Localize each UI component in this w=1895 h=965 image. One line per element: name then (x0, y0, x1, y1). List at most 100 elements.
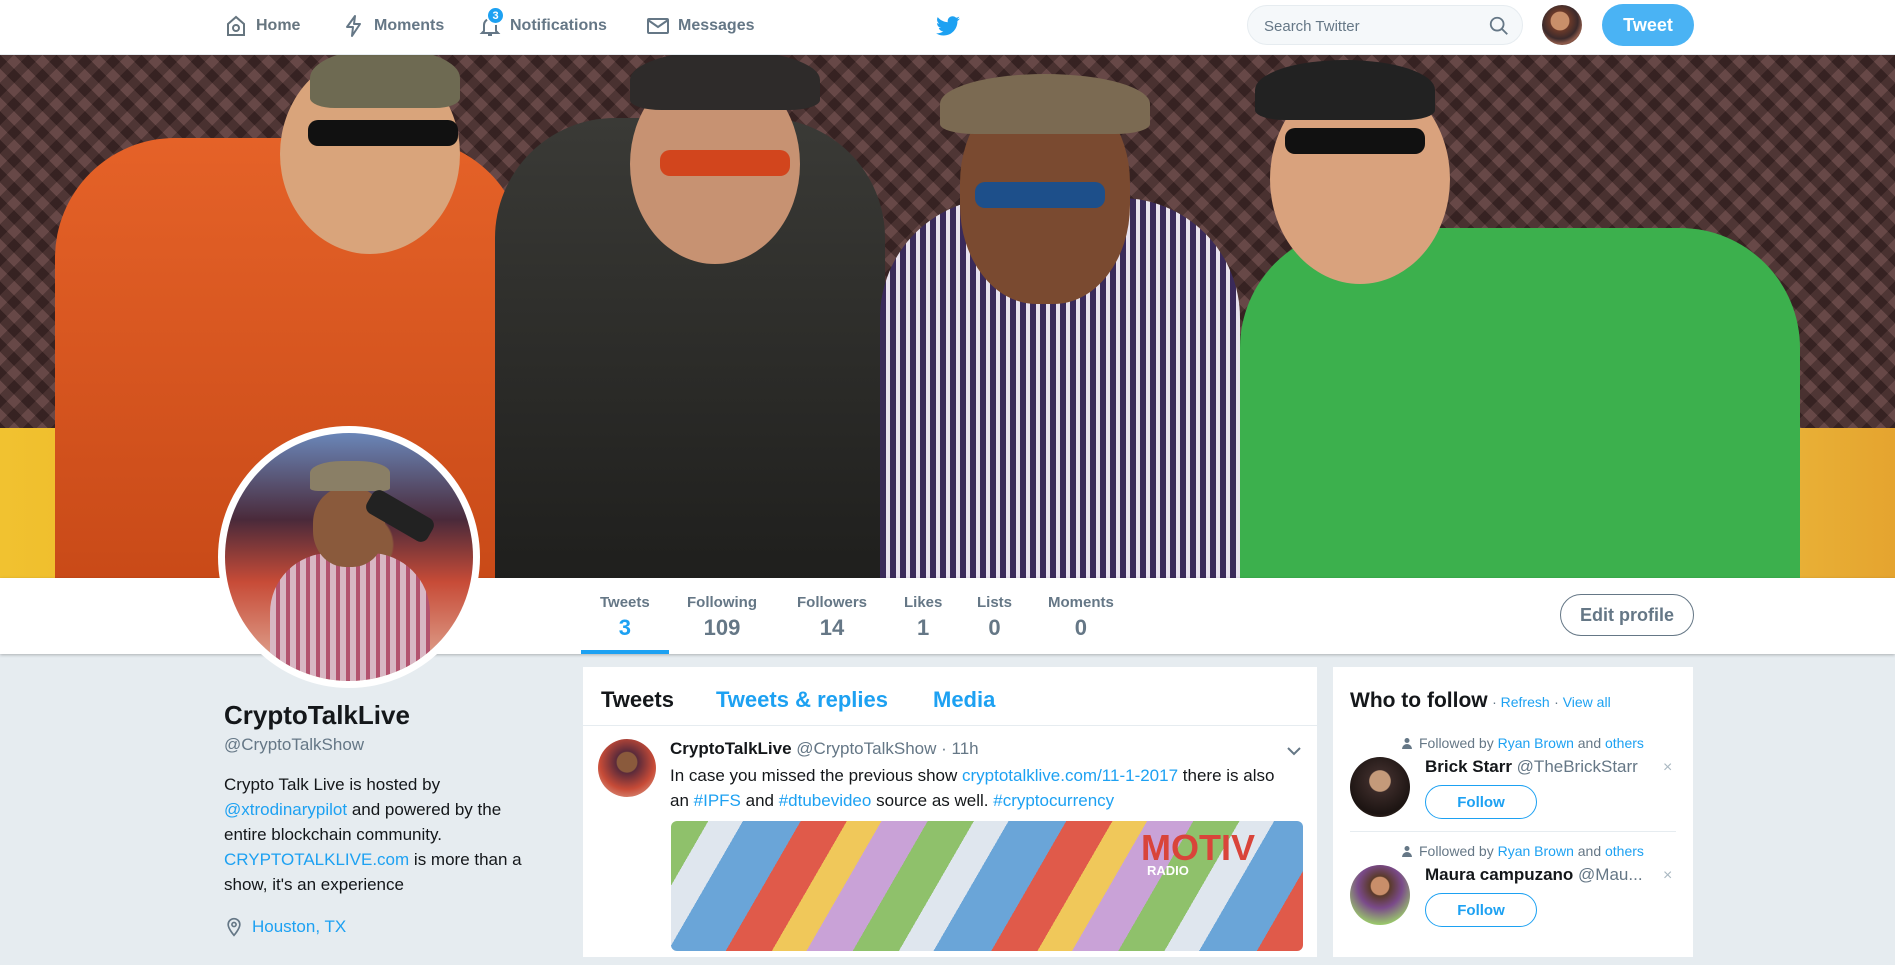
tweet-text-part: source as well. (871, 791, 994, 810)
hashtag-cryptocurrency[interactable]: #cryptocurrency (993, 791, 1114, 810)
nav-messages[interactable]: Messages (646, 0, 755, 52)
context-user-link[interactable]: Ryan Brown (1498, 843, 1574, 859)
suggestion-display-name: Brick Starr (1425, 757, 1512, 776)
nav-home-label: Home (256, 17, 301, 34)
search-input[interactable] (1262, 14, 1486, 38)
stat-likes[interactable]: Likes 1 (904, 594, 942, 641)
separator: · (1554, 694, 1563, 710)
stat-value: 0 (988, 615, 1001, 640)
follow-button[interactable]: Follow (1425, 785, 1537, 819)
person-icon (1402, 738, 1412, 749)
stat-label: Following (687, 594, 757, 611)
top-navigation: Home Moments Notifications 3 Messages Tw… (0, 0, 1895, 55)
tab-tweets-replies[interactable]: Tweets & replies (716, 687, 888, 713)
profile-name[interactable]: CryptoTalkLive (224, 700, 410, 731)
stat-followers[interactable]: Followers 14 (797, 594, 867, 641)
tweet-link[interactable]: cryptotalklive.com/11-1-2017 (962, 766, 1178, 785)
stat-moments[interactable]: Moments 0 (1048, 594, 1114, 641)
twitter-bird-icon[interactable] (934, 13, 962, 39)
stat-lists[interactable]: Lists 0 (977, 594, 1012, 641)
tweet-button[interactable]: Tweet (1602, 4, 1694, 46)
hashtag-ipfs[interactable]: #IPFS (694, 791, 741, 810)
stat-label: Followers (797, 594, 868, 611)
context-others-link[interactable]: others (1605, 735, 1644, 751)
suggestion-item: Followed by Ryan Brown and others Maura … (1333, 843, 1693, 951)
context-prefix: Followed by (1419, 735, 1498, 751)
banner-glasses-1 (308, 120, 458, 146)
suggestion-item: Followed by Ryan Brown and others Brick … (1333, 735, 1693, 843)
avatar-hat (310, 461, 390, 491)
profile-handle[interactable]: @CryptoTalkShow (224, 735, 364, 755)
view-all-link[interactable]: View all (1563, 694, 1611, 710)
tweet-media[interactable]: MOTIV RADIO (671, 821, 1303, 951)
profile-location[interactable]: Houston, TX (224, 917, 346, 937)
stat-tweets[interactable]: Tweets 3 (600, 594, 650, 641)
suggestion-avatar[interactable] (1350, 865, 1410, 925)
person-icon (1402, 846, 1412, 857)
banner-hat-1 (310, 54, 460, 108)
context-and: and (1573, 843, 1605, 859)
lightning-icon (342, 14, 366, 38)
edit-profile-button[interactable]: Edit profile (1560, 594, 1694, 636)
stat-label: Tweets (600, 594, 650, 611)
nav-home[interactable]: Home (224, 0, 300, 52)
who-to-follow-title: Who to follow (1350, 689, 1488, 712)
who-to-follow: Who to follow · Refresh · View all Follo… (1332, 666, 1694, 958)
dismiss-icon[interactable]: × (1663, 759, 1672, 777)
stat-label: Lists (977, 594, 1013, 611)
nav-moments-label: Moments (374, 17, 445, 34)
hashtag-dtubevideo[interactable]: #dtubevideo (779, 791, 872, 810)
stat-label: Moments (1048, 594, 1114, 611)
stat-value: 0 (1074, 615, 1088, 640)
search-box[interactable] (1247, 5, 1523, 45)
suggestion-name[interactable]: Maura campuzano @Mau... (1425, 865, 1643, 885)
nav-notifications-label: Notifications (510, 17, 607, 34)
avatar-shirt (270, 553, 430, 681)
chevron-down-icon[interactable] (1286, 743, 1302, 759)
search-icon[interactable] (1488, 15, 1510, 37)
tab-media[interactable]: Media (933, 687, 995, 713)
banner-hat-2 (630, 54, 820, 110)
dismiss-icon[interactable]: × (1663, 867, 1672, 885)
stat-value: 14 (819, 615, 845, 640)
context-and: and (1573, 735, 1605, 751)
bio-mention-link[interactable]: @xtrodinarypilot (224, 800, 347, 819)
stat-following[interactable]: Following 109 (687, 594, 757, 641)
account-avatar[interactable] (1542, 5, 1582, 45)
tweet-text-part: and (740, 791, 779, 810)
stat-label: Likes (904, 594, 943, 611)
separator: · (1492, 694, 1501, 710)
tab-tweets[interactable]: Tweets (601, 687, 674, 713)
tweet-timestamp[interactable]: · 11h (941, 739, 979, 758)
follow-button[interactable]: Follow (1425, 893, 1537, 927)
stat-value: 1 (917, 615, 930, 640)
bio-website-link[interactable]: CRYPTOTALKLIVE.com (224, 850, 409, 869)
profile-avatar-image (225, 433, 473, 681)
tweet-avatar[interactable] (598, 739, 656, 797)
suggestion-context: Followed by Ryan Brown and others (1401, 735, 1644, 751)
context-user-link[interactable]: Ryan Brown (1498, 735, 1574, 751)
banner-glasses-3 (975, 182, 1105, 208)
timeline-card: Tweets Tweets & replies Media CryptoTalk… (582, 666, 1318, 958)
divider (1350, 831, 1676, 832)
profile-bio: Crypto Talk Live is hosted by @xtrodinar… (224, 772, 544, 897)
context-others-link[interactable]: others (1605, 843, 1644, 859)
tweet[interactable]: CryptoTalkLive @CryptoTalkShow · 11h In … (583, 725, 1317, 965)
tweet-text-part: In case you missed the previous show (670, 766, 962, 785)
suggestion-avatar[interactable] (1350, 757, 1410, 817)
tweet-header: CryptoTalkLive @CryptoTalkShow · 11h (670, 739, 979, 759)
tweet-author-handle[interactable]: @CryptoTalkShow (796, 739, 936, 758)
who-to-follow-header: Who to follow · Refresh · View all (1350, 689, 1611, 713)
suggestion-name[interactable]: Brick Starr @TheBrickStarr (1425, 757, 1638, 777)
notifications-badge: 3 (486, 6, 505, 25)
banner-hat-3 (940, 74, 1150, 134)
refresh-link[interactable]: Refresh (1501, 694, 1550, 710)
tweet-text: In case you missed the previous show cry… (670, 763, 1290, 813)
nav-moments[interactable]: Moments (342, 0, 444, 52)
home-icon (224, 14, 248, 38)
profile-avatar[interactable] (218, 426, 480, 688)
tweet-author-name[interactable]: CryptoTalkLive (670, 739, 792, 758)
nav-messages-label: Messages (678, 17, 755, 34)
location-text: Houston, TX (252, 917, 347, 936)
media-logo: MOTIV RADIO (1141, 827, 1291, 907)
